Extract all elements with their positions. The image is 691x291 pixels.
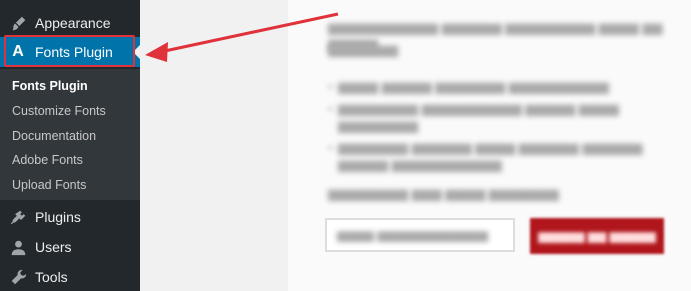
- menu-item-label: Appearance: [35, 15, 111, 31]
- submenu-item-documentation[interactable]: Documentation: [12, 129, 96, 143]
- email-input[interactable]: ▆▆▆▆ ▆▆▆▆▆▆▆▆▆▆▆▆: [325, 218, 515, 252]
- menu-item-plugins[interactable]: Plugins: [0, 203, 140, 231]
- highlight-annotation-box: [4, 35, 135, 67]
- submenu-item-fonts-plugin[interactable]: Fonts Plugin: [12, 79, 88, 93]
- fonts-plugin-submenu: Fonts Plugin Customize Fonts Documentati…: [0, 69, 140, 200]
- screenshot: Appearance A Fonts Plugin Fonts Plugin C…: [0, 0, 691, 291]
- menu-item-label: Users: [35, 239, 72, 255]
- list-item: • ▆▆▆▆▆▆▆▆ ▆▆▆▆▆▆▆▆▆▆ ▆▆▆▆▆ ▆▆▆▆ ▆▆▆▆▆▆▆▆: [328, 101, 619, 133]
- list-item: • ▆▆▆▆ ▆▆▆▆▆ ▆▆▆▆▆▆▆ ▆▆▆▆▆▆▆▆▆▆: [328, 79, 609, 94]
- wrench-icon: [8, 267, 28, 287]
- plugin-promo-panel: ▆▆▆▆▆▆▆▆▆▆▆ ▆▆▆▆▆▆ ▆▆▆▆▆▆▆▆▆ ▆▆▆▆ ▆▆ ▆▆▆…: [288, 0, 691, 291]
- menu-item-appearance[interactable]: Appearance: [0, 9, 140, 37]
- blurred-placeholder: ▆▆▆▆ ▆▆▆▆▆▆▆▆▆▆▆▆: [337, 228, 488, 242]
- menu-item-tools[interactable]: Tools: [0, 263, 140, 291]
- blurred-bullet-list: • ▆▆▆▆ ▆▆▆▆▆ ▆▆▆▆▆▆▆ ▆▆▆▆▆▆▆▆▆▆ • ▆▆▆▆▆▆▆▆…: [328, 78, 658, 178]
- menu-item-users[interactable]: Users: [0, 233, 140, 261]
- blurred-text: ▆▆▆▆▆▆▆▆ ▆▆▆ ▆▆▆▆ ▆▆▆▆▆▆▆: [328, 186, 559, 201]
- blurred-button-label: ▆▆▆▆▆ ▆▆ ▆▆▆▆▆: [538, 229, 656, 243]
- submenu-item-customize-fonts[interactable]: Customize Fonts: [12, 104, 106, 118]
- menu-item-label: Plugins: [35, 209, 81, 225]
- submenu-item-adobe-fonts[interactable]: Adobe Fonts: [12, 153, 83, 167]
- send-button[interactable]: ▆▆▆▆▆ ▆▆ ▆▆▆▆▆: [530, 218, 664, 254]
- paintbrush-icon: [8, 13, 28, 33]
- admin-sidebar: Appearance A Fonts Plugin Fonts Plugin C…: [0, 0, 140, 291]
- page-background: [140, 0, 288, 291]
- menu-item-label: Tools: [35, 269, 68, 285]
- plug-icon: [8, 207, 28, 227]
- submenu-item-upload-fonts[interactable]: Upload Fonts: [12, 178, 86, 192]
- list-item: • ▆▆▆▆▆▆▆ ▆▆▆▆▆▆ ▆▆▆▆ ▆▆▆▆▆▆ ▆▆▆▆▆▆ ▆▆▆▆▆…: [328, 140, 643, 172]
- blurred-text: ▆▆▆▆▆▆▆: [328, 42, 398, 57]
- user-icon: [8, 237, 28, 257]
